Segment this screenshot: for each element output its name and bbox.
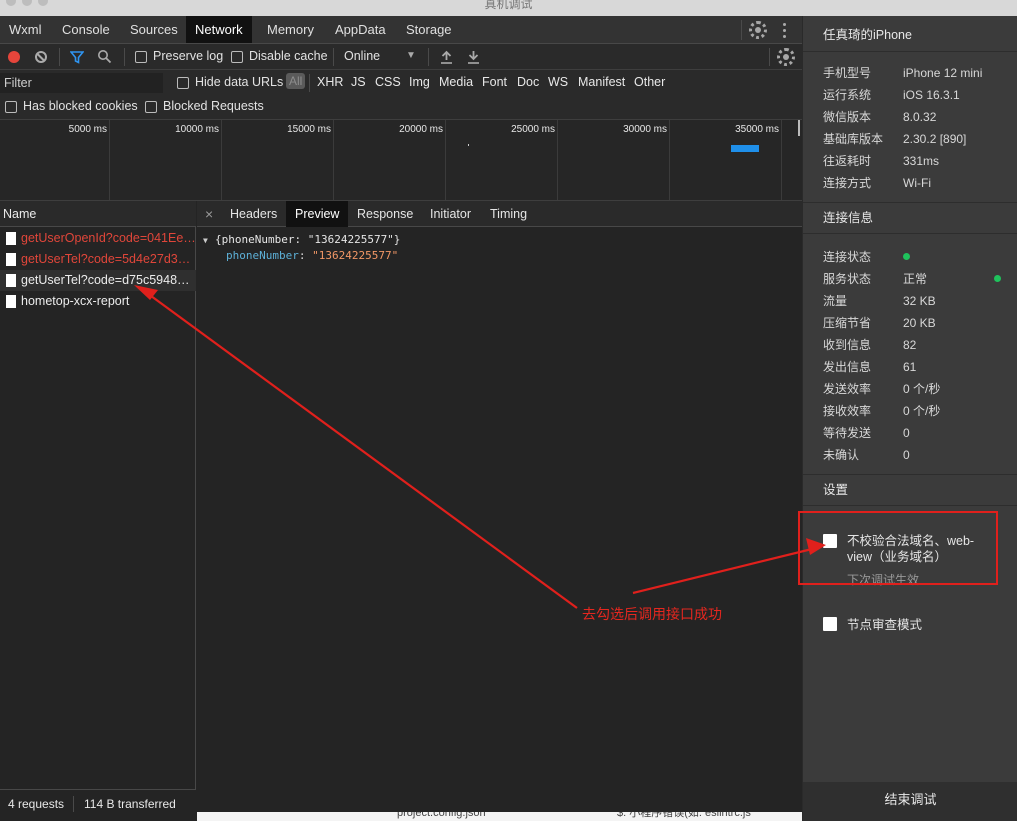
arrowhead — [806, 538, 826, 555]
annotation-arrows — [134, 285, 826, 609]
devtools-window: 真机调试 Wxml Console Sources Network Memory… — [0, 0, 1017, 821]
arrow-line — [632, 547, 813, 595]
arrow-line — [146, 292, 578, 609]
annotation-text: 去勾选后调用接口成功 — [582, 607, 722, 623]
